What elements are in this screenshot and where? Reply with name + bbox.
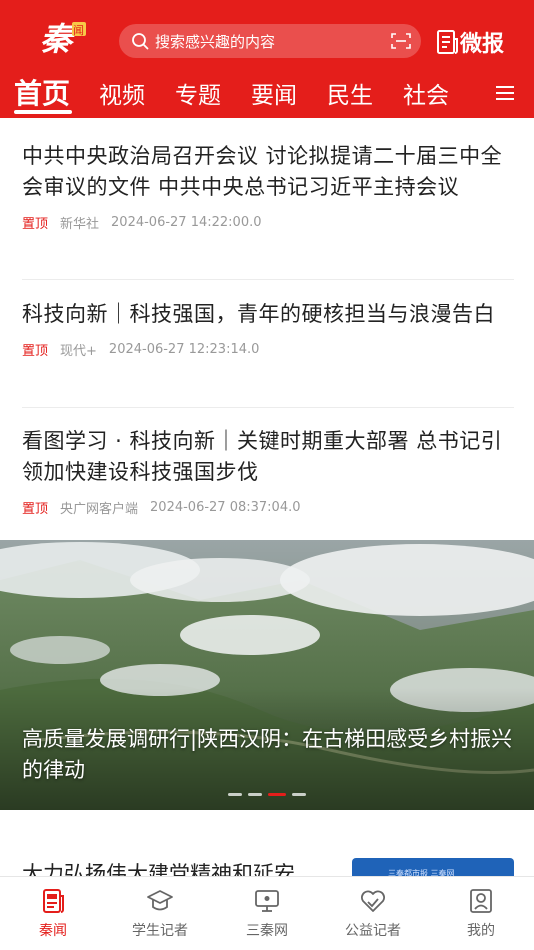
- news-item[interactable]: 科技向新｜科技强国，青年的硬核担当与浪漫告白 置顶 现代+ 2024-06-27…: [22, 299, 514, 359]
- nav-item-charity-reporter[interactable]: 公益记者: [328, 887, 418, 940]
- channel-tabs: 首页 视频 专题 要闻 民生 社会: [0, 72, 534, 118]
- divider: [22, 279, 514, 280]
- weibao-button[interactable]: 微报: [436, 26, 504, 58]
- carousel-dot-active[interactable]: [268, 793, 286, 796]
- menu-icon[interactable]: [495, 84, 515, 102]
- divider: [22, 407, 514, 408]
- nav-label: 学生记者: [132, 923, 188, 939]
- news-source: 央广网客户端: [60, 502, 139, 517]
- logo-text: 秦: [40, 20, 76, 58]
- nav-label: 我的: [467, 923, 495, 939]
- nav-label: 公益记者: [345, 923, 401, 939]
- news-icon: [43, 889, 64, 913]
- news-title[interactable]: 中共中央政治局召开会议 讨论拟提请二十届三中全会审议的文件 中共中央总书记习近平…: [22, 141, 514, 203]
- news-item[interactable]: 中共中央政治局召开会议 讨论拟提请二十届三中全会审议的文件 中共中央总书记习近平…: [22, 141, 514, 232]
- tab-home[interactable]: 首页: [14, 72, 70, 112]
- profile-icon: [470, 889, 492, 913]
- bottom-nav: 秦闻 学生记者 三秦网 公益记者 我的: [0, 876, 534, 950]
- news-item[interactable]: 看图学习 · 科技向新｜关键时期重大部署 总书记引领加快建设科技强国步伐 置顶 …: [22, 426, 514, 517]
- carousel-dot[interactable]: [248, 793, 262, 796]
- news-meta: 置顶 央广网客户端 2024-06-27 08:37:04.0: [22, 498, 514, 517]
- tab-special[interactable]: 专题: [175, 76, 221, 110]
- search-bar[interactable]: 搜索感兴趣的内容: [119, 24, 421, 58]
- pinned-badge: 置顶: [22, 344, 49, 359]
- newspaper-icon: [437, 30, 458, 54]
- news-source: 新华社: [60, 217, 100, 232]
- news-title[interactable]: 科技向新｜科技强国，青年的硬核担当与浪漫告白: [22, 299, 514, 330]
- weibao-label: 微报: [460, 32, 505, 57]
- carousel-dots: [0, 793, 534, 796]
- news-source: 现代+: [60, 344, 97, 359]
- news-time: 2024-06-27 08:37:04.0: [150, 500, 301, 515]
- tab-society[interactable]: 社会: [403, 76, 449, 110]
- nav-label: 三秦网: [246, 923, 288, 939]
- nav-item-mine[interactable]: 我的: [436, 887, 526, 940]
- tab-active-indicator: [14, 110, 72, 114]
- banner-caption[interactable]: 高质量发展调研行|陕西汉阴：在古梯田感受乡村振兴的律动: [22, 724, 522, 786]
- pinned-badge: 置顶: [22, 502, 49, 517]
- news-time: 2024-06-27 14:22:00.0: [111, 215, 262, 230]
- nav-item-student-reporter[interactable]: 学生记者: [115, 887, 205, 940]
- search-icon: [132, 33, 149, 50]
- banner-carousel[interactable]: 高质量发展调研行|陕西汉阴：在古梯田感受乡村振兴的律动: [0, 540, 534, 810]
- app-header: 秦 闻 搜索感兴趣的内容 微报 首页 视频 专题 要闻 民生 社会: [0, 0, 534, 118]
- search-placeholder: 搜索感兴趣的内容: [155, 32, 276, 51]
- news-meta: 置顶 现代+ 2024-06-27 12:23:14.0: [22, 340, 514, 359]
- logo-sub: 闻: [73, 23, 84, 37]
- monitor-icon: [255, 890, 279, 912]
- tab-headlines[interactable]: 要闻: [251, 76, 297, 110]
- scan-icon[interactable]: [391, 32, 411, 50]
- heart-hands-icon: [361, 890, 385, 912]
- news-meta: 置顶 新华社 2024-06-27 14:22:00.0: [22, 213, 514, 232]
- tab-livelihood[interactable]: 民生: [327, 76, 373, 110]
- news-time: 2024-06-27 12:23:14.0: [108, 342, 260, 357]
- pinned-badge: 置顶: [22, 217, 49, 232]
- nav-item-sanqin[interactable]: 三秦网: [222, 887, 312, 940]
- qinwen-logo[interactable]: 秦 闻: [38, 18, 90, 58]
- graduation-cap-icon: [147, 890, 173, 911]
- tab-video[interactable]: 视频: [99, 76, 145, 110]
- nav-label: 秦闻: [39, 923, 67, 939]
- news-title[interactable]: 看图学习 · 科技向新｜关键时期重大部署 总书记引领加快建设科技强国步伐: [22, 426, 514, 488]
- nav-item-qinwen[interactable]: 秦闻: [8, 887, 98, 940]
- carousel-dot[interactable]: [228, 793, 242, 796]
- carousel-dot[interactable]: [292, 793, 306, 796]
